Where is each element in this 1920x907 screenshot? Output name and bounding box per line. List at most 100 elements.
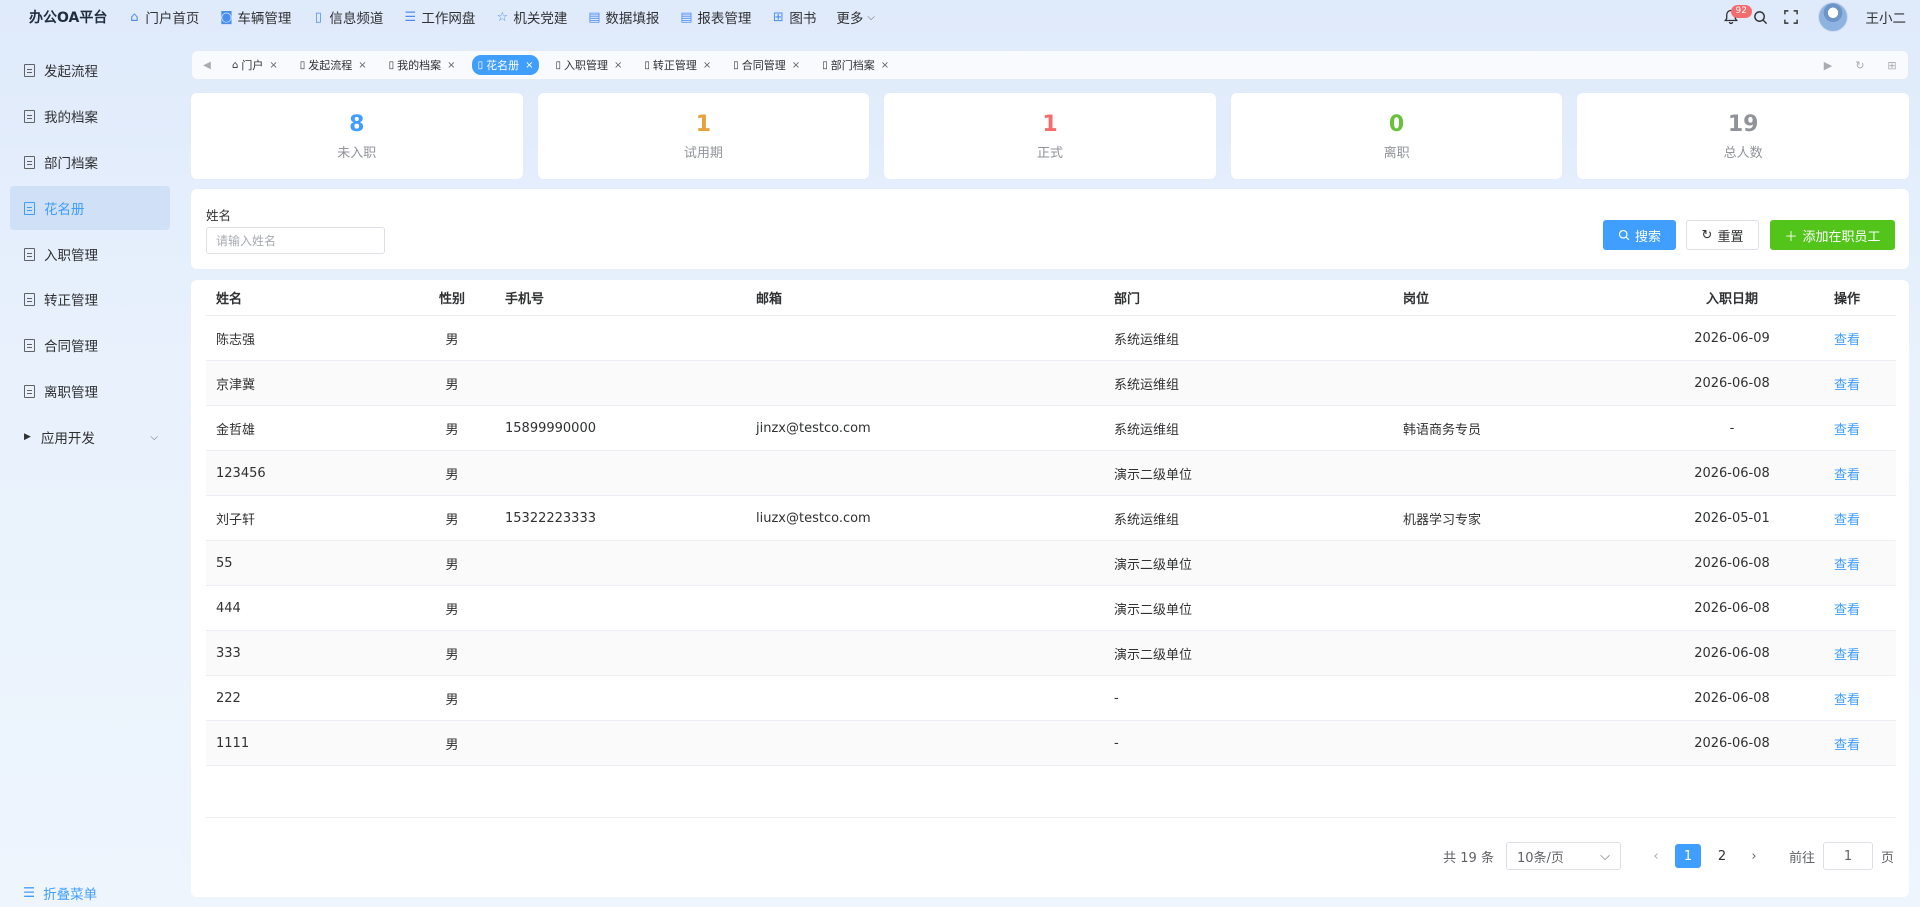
column-header[interactable]: 性别 (437, 288, 467, 307)
tabs-tools: ▶ ↻ ⊞ (1812, 51, 1908, 79)
table-row[interactable]: 333 男 演示二级单位 2026-06-08 查看 (206, 631, 1896, 676)
sidebar-item-label: 入职管理 (44, 248, 98, 264)
column-header[interactable]: 入职日期 (1682, 288, 1782, 307)
page-number[interactable]: 1 (1674, 844, 1701, 868)
topnav-info[interactable]: ▯ 信息频道 (311, 7, 384, 28)
close-icon[interactable]: × (792, 60, 800, 71)
view-link[interactable]: 查看 (1834, 599, 1860, 618)
topnav-reports[interactable]: ▤ 报表管理 (679, 7, 751, 28)
add-employee-label: 添加在职员工 (1802, 229, 1881, 245)
column-header[interactable]: 部门 (1114, 288, 1140, 307)
sidebar-item-label: 我的档案 (44, 110, 98, 126)
close-icon[interactable]: × (881, 60, 889, 71)
tabs-scroll-left-button[interactable]: ◀ (192, 60, 222, 71)
column-header[interactable]: 邮箱 (756, 288, 782, 307)
sidebar-item-contracts[interactable]: 合同管理 (10, 323, 170, 367)
table-row[interactable]: 陈志强 男 系统运维组 2026-06-09 查看 (206, 316, 1896, 361)
view-link[interactable]: 查看 (1834, 509, 1860, 528)
sidebar-item-resignation[interactable]: 离职管理 (10, 369, 170, 413)
collapse-menu-button[interactable]: ☰ 折叠菜单 (23, 883, 97, 903)
view-link[interactable]: 查看 (1834, 689, 1860, 708)
table-row[interactable]: 金哲雄 男 15899990000 jinzx@testco.com 系统运维组… (206, 406, 1896, 451)
stats-row: 8 未入职 1 试用期 1 正式 0 离职 19 总人数 (191, 93, 1909, 179)
tab-start-process[interactable]: ▯ 发起流程 × (294, 55, 373, 75)
next-page-button[interactable]: › (1739, 849, 1769, 864)
page-number[interactable]: 2 (1709, 844, 1735, 868)
column-header[interactable]: 手机号 (505, 288, 544, 307)
tab-label: 门户 (241, 59, 264, 72)
sidebar-item-onboarding[interactable]: 入职管理 (10, 232, 170, 276)
goto-page-input[interactable] (1822, 842, 1873, 870)
fullscreen-button[interactable] (1776, 10, 1806, 24)
table-row[interactable]: 京津冀 男 系统运维组 2026-06-08 查看 (206, 361, 1896, 406)
tab-dept-archive[interactable]: ▯ 部门档案 × (816, 55, 895, 75)
view-link[interactable]: 查看 (1834, 329, 1860, 348)
search-button[interactable]: 搜索 (1603, 220, 1676, 250)
sidebar-item-my-archive[interactable]: 我的档案 (10, 94, 170, 138)
table-row[interactable]: 55 男 演示二级单位 2026-06-08 查看 (206, 541, 1896, 586)
cell-date: 2026-06-08 (1694, 600, 1770, 616)
close-icon[interactable]: × (269, 60, 277, 71)
view-link[interactable]: 查看 (1834, 464, 1860, 483)
view-link[interactable]: 查看 (1834, 644, 1860, 663)
topnav-party[interactable]: ☆ 机关党建 (495, 7, 568, 28)
add-employee-button[interactable]: ＋ 添加在职员工 (1770, 220, 1895, 250)
view-link[interactable]: 查看 (1834, 374, 1860, 393)
avatar[interactable] (1817, 2, 1848, 32)
sidebar-item-regularization[interactable]: 转正管理 (10, 277, 170, 321)
topnav-portal[interactable]: ⌂ 门户首页 (127, 7, 199, 28)
sidebar-item-dept-archive[interactable]: 部门档案 (10, 140, 170, 184)
table-row[interactable]: 1111 男 - 2026-06-08 查看 (206, 721, 1896, 766)
refresh-icon[interactable]: ↻ (1844, 59, 1876, 72)
grid-icon[interactable]: ⊞ (1876, 59, 1908, 72)
page-size-value: 10条/页 (1516, 850, 1564, 866)
table-row[interactable]: 444 男 演示二级单位 2026-06-08 查看 (206, 586, 1896, 631)
prev-page-button[interactable]: ‹ (1641, 849, 1671, 864)
column-header[interactable]: 岗位 (1403, 288, 1429, 307)
tab-my-archive[interactable]: ▯ 我的档案 × (383, 55, 462, 75)
tab-label: 发起流程 (308, 59, 353, 72)
column-header[interactable]: 姓名 (216, 288, 242, 307)
table-row[interactable]: 222 男 - 2026-06-08 查看 (206, 676, 1896, 721)
table-row[interactable]: 刘子轩 男 15322223333 liuzx@testco.com 系统运维组… (206, 496, 1896, 541)
stat-label: 离职 (1383, 146, 1410, 161)
notification-button[interactable]: 92 (1716, 5, 1752, 25)
topnav-data-fill[interactable]: ▤ 数据填报 (587, 7, 659, 28)
tab-regularization[interactable]: ▯ 转正管理 × (638, 55, 717, 75)
search-button[interactable] (1746, 10, 1776, 25)
topnav-disk[interactable]: ☰ 工作网盘 (403, 7, 476, 28)
user-name[interactable]: 王小二 (1866, 7, 1907, 27)
view-link[interactable]: 查看 (1834, 554, 1860, 573)
topnav-books[interactable]: ⊞ 图书 (771, 7, 816, 28)
stat-label: 未入职 (337, 146, 377, 161)
reset-button[interactable]: ↻ 重置 (1686, 220, 1759, 250)
tab-roster[interactable]: ▯ 花名册 × (471, 55, 540, 75)
stat-label: 正式 (1036, 146, 1063, 161)
close-icon[interactable]: × (358, 60, 366, 71)
cell-dept: 系统运维组 (1114, 332, 1180, 348)
view-link[interactable]: 查看 (1834, 734, 1860, 753)
close-icon[interactable]: × (614, 60, 622, 71)
tab-onboarding[interactable]: ▯ 入职管理 × (549, 55, 628, 75)
cell-sex: 男 (445, 377, 459, 393)
car-icon: ◙ (220, 9, 233, 25)
sidebar-item-start-process[interactable]: 发起流程 (10, 48, 170, 92)
close-icon[interactable]: × (703, 60, 711, 71)
tabs-scroll-right-button[interactable]: ▶ (1812, 59, 1844, 72)
table-row[interactable]: 123456 男 演示二级单位 2026-06-08 查看 (206, 451, 1896, 496)
sidebar-item-app-dev[interactable]: ▶ 应用开发 ⌵ (10, 415, 170, 459)
topnav-vehicles[interactable]: ◙ 车辆管理 (219, 7, 291, 28)
close-icon[interactable]: × (447, 60, 455, 71)
cell-sex: 男 (445, 692, 459, 708)
sidebar-item-label: 转正管理 (44, 293, 98, 309)
stat-card-pending: 8 未入职 (191, 93, 523, 179)
page-size-select[interactable]: 10条/页 ⌵ (1505, 842, 1621, 870)
sidebar-item-roster[interactable]: 花名册 (10, 186, 170, 230)
name-search-input[interactable] (206, 227, 385, 254)
tab-contracts[interactable]: ▯ 合同管理 × (727, 55, 806, 75)
close-icon[interactable]: × (525, 60, 533, 71)
cell-name: 444 (216, 600, 241, 616)
view-link[interactable]: 查看 (1834, 419, 1860, 438)
tab-portal[interactable]: ⌂ 门户 × (226, 55, 284, 75)
topnav-more[interactable]: 更多 ⌵ (836, 7, 875, 27)
